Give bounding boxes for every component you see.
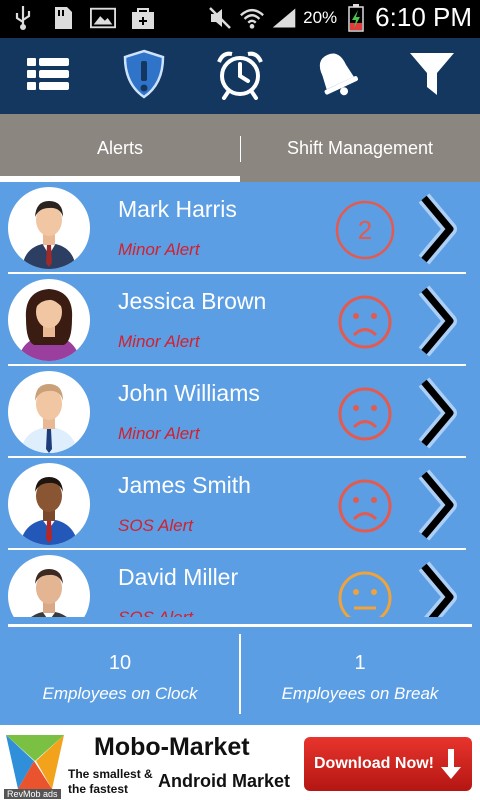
- shield-alert-icon: [121, 48, 167, 105]
- usb-icon: [10, 5, 36, 31]
- avatar: [8, 279, 90, 361]
- on-break-label: Employees on Break: [281, 684, 439, 703]
- menu-button[interactable]: [16, 44, 80, 108]
- on-break-count: 1: [354, 652, 366, 674]
- bell-icon: [311, 48, 361, 105]
- tab-label: Shift Management: [286, 137, 434, 158]
- battery-percent: 20%: [303, 7, 338, 27]
- ad-banner[interactable]: RevMob ads Mobo-Market The smallest & th…: [0, 725, 480, 800]
- list-item[interactable]: Mark Harris Minor Alert 2: [8, 182, 466, 274]
- ad-source-label: RevMob ads: [4, 789, 61, 799]
- alerts-button[interactable]: [112, 44, 176, 108]
- avatar: [8, 555, 90, 617]
- avatar: [8, 371, 90, 453]
- on-clock-stat[interactable]: 10 Employees on Clock: [0, 632, 240, 718]
- notifications-button[interactable]: [304, 44, 368, 108]
- list-item[interactable]: David Miller SOS Alert: [8, 550, 466, 617]
- notification-icons: [10, 5, 156, 31]
- alarm-clock-icon: [214, 48, 266, 105]
- avatar: [8, 187, 90, 269]
- chevron-right-icon[interactable]: [414, 374, 460, 452]
- employee-name: David Miller: [118, 564, 239, 590]
- status-bar: 20% 6:10 PM: [0, 0, 480, 38]
- download-now-button[interactable]: Download Now!: [304, 737, 472, 791]
- employee-stats: 10 Employees on Clock 1 Employees on Bre…: [0, 632, 480, 718]
- image-icon: [90, 5, 116, 31]
- download-arrow-icon: [440, 749, 462, 779]
- tab-divider: [240, 136, 241, 162]
- list-divider: [8, 624, 472, 627]
- chevron-right-icon[interactable]: [414, 466, 460, 544]
- shopping-bag-icon: [130, 5, 156, 31]
- mute-icon: [207, 5, 233, 31]
- alert-type: Minor Alert: [118, 424, 200, 443]
- tab-shift-management[interactable]: Shift Management: [240, 114, 480, 182]
- tab-bar: Alerts Shift Management: [0, 114, 480, 182]
- alert-type: Minor Alert: [118, 332, 200, 351]
- ad-tagline: The smallest &: [68, 767, 153, 781]
- employee-name: Mark Harris: [118, 196, 237, 222]
- tab-alerts[interactable]: Alerts: [0, 114, 240, 182]
- tab-label: Alerts: [96, 137, 143, 158]
- neutral-face-icon: [335, 568, 395, 617]
- wifi-icon: [239, 5, 265, 31]
- action-toolbar: [0, 38, 480, 114]
- alert-type: SOS Alert: [118, 608, 193, 617]
- alert-type: SOS Alert: [118, 516, 193, 535]
- employee-alert-list[interactable]: Mark Harris Minor Alert 2 Jessica Brown …: [0, 182, 480, 617]
- list-item[interactable]: Jessica Brown Minor Alert: [8, 274, 466, 366]
- on-clock-count: 10: [108, 652, 132, 674]
- battery-charging-icon: [343, 3, 369, 32]
- avatar: [8, 463, 90, 545]
- employee-name: Jessica Brown: [118, 288, 267, 314]
- signal-icon: [271, 5, 297, 31]
- list-icon: [25, 54, 71, 99]
- alarm-button[interactable]: [208, 44, 272, 108]
- system-status: 20% 6:10 PM: [207, 2, 472, 33]
- on-clock-label: Employees on Clock: [42, 684, 198, 703]
- sd-card-icon: [50, 5, 76, 31]
- download-label: Download Now!: [314, 755, 434, 772]
- employee-name: John Williams: [118, 380, 260, 406]
- on-break-stat[interactable]: 1 Employees on Break: [240, 632, 480, 718]
- clock-time: 6:10 PM: [375, 2, 472, 32]
- sad-face-icon: [335, 476, 395, 536]
- ad-tagline-2: the fastest: [68, 782, 129, 796]
- mobo-market-logo-icon: [4, 731, 66, 793]
- filter-icon: [408, 49, 456, 104]
- chevron-right-icon[interactable]: [414, 282, 460, 360]
- sad-face-icon: [335, 384, 395, 444]
- alert-count: 2: [358, 215, 372, 245]
- alert-count-badge: 2: [335, 200, 395, 260]
- sad-face-icon: [335, 292, 395, 352]
- filter-button[interactable]: [400, 44, 464, 108]
- ad-market: Android Market: [158, 771, 291, 791]
- list-item[interactable]: John Williams Minor Alert: [8, 366, 466, 458]
- list-item[interactable]: James Smith SOS Alert: [8, 458, 466, 550]
- employee-name: James Smith: [118, 472, 251, 498]
- alert-type: Minor Alert: [118, 240, 200, 259]
- ad-brand: Mobo-Market: [94, 733, 250, 761]
- chevron-right-icon[interactable]: [414, 190, 460, 268]
- chevron-right-icon[interactable]: [414, 558, 460, 617]
